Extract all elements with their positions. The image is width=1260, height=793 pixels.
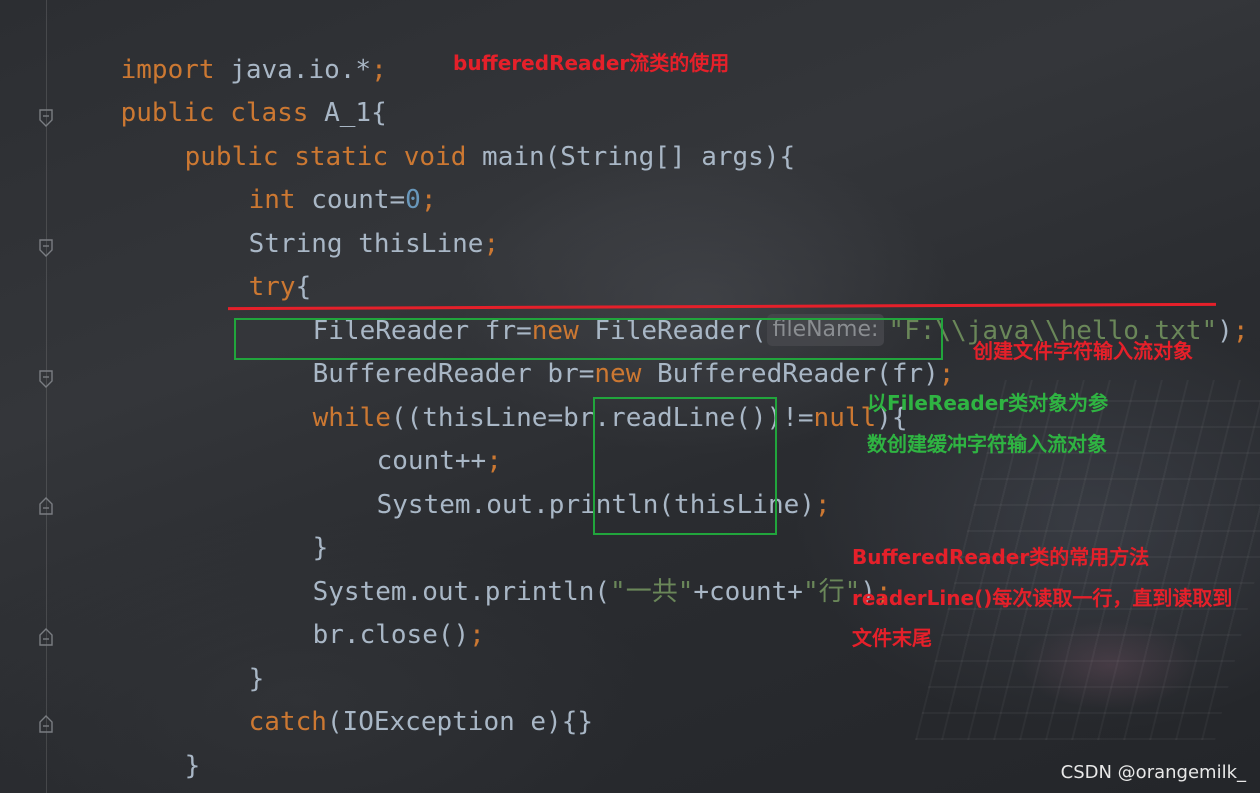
fold-close-icon[interactable] <box>38 714 54 734</box>
code-line-try[interactable]: try{ <box>186 227 312 302</box>
semicolon: ; <box>483 229 500 259</box>
semicolon: ; <box>1232 316 1249 346</box>
semicolon: ; <box>469 620 485 650</box>
watermark: CSDN @orangemilk_ <box>1060 762 1246 783</box>
code-line-try-close[interactable]: } <box>186 619 265 694</box>
fold-open-icon[interactable] <box>38 238 54 258</box>
code-line-class-close[interactable]: } <box>58 749 136 789</box>
code-text: +count+ <box>693 577 803 607</box>
green-box-bufferedreader <box>234 318 943 360</box>
code-line-main-decl[interactable]: public static void main(String[] args){ <box>122 97 796 172</box>
fold-close-icon[interactable] <box>38 496 54 516</box>
code-editor: import java.io.*; public class A_1{ publ… <box>0 0 1260 793</box>
annotation-create-file-reader: 创建文件字符输入流对象 <box>973 339 1193 363</box>
annotation-param-line1: 以FileReader类对象为参 <box>867 391 1109 415</box>
background-glow <box>1020 620 1200 710</box>
code-line-while[interactable]: while((thisLine=br.readLine())!=null){ <box>250 358 908 433</box>
keyword: catch <box>248 707 327 737</box>
annotation-methods-line2: readerLine()每次读取一行，直到读取到 <box>852 586 1233 610</box>
code-text: ) <box>1217 316 1233 346</box>
string-literal: "一共" <box>610 577 694 607</box>
code-line-close-brace[interactable]: } <box>250 488 329 563</box>
code-line-import[interactable]: import java.io.*; <box>58 10 387 85</box>
code-line-class-decl[interactable]: public class A_1{ <box>58 53 387 128</box>
code-text: br.close() <box>312 620 470 650</box>
fold-open-icon[interactable] <box>38 369 54 389</box>
code-line-count-decl[interactable]: int count=0; <box>186 140 437 215</box>
code-text: (IOException e){} <box>326 707 594 737</box>
code-line-catch[interactable]: catch(IOException e){} <box>186 662 593 737</box>
code-line-main-close[interactable]: } <box>122 706 201 781</box>
annotation-methods-line3: 文件末尾 <box>852 626 932 650</box>
code-text: } <box>184 751 201 781</box>
annotation-param-line2: 数创建缓冲字符输入流对象 <box>867 432 1107 456</box>
green-box-thisline <box>593 397 777 535</box>
code-line-thisline-decl[interactable]: String thisLine; <box>186 184 499 259</box>
annotation-methods-line1: BufferedReader类的常用方法 <box>852 545 1150 569</box>
code-line-close[interactable]: br.close(); <box>250 575 485 650</box>
semicolon: ; <box>814 490 831 520</box>
code-text: main(String[] args){ <box>466 142 796 172</box>
annotation-title: bufferedReader流类的使用 <box>453 51 730 75</box>
fold-close-icon[interactable] <box>38 627 54 647</box>
fold-open-icon[interactable] <box>38 108 54 128</box>
semicolon: ; <box>938 359 955 389</box>
code-line-count-increment[interactable]: count++; <box>314 401 502 476</box>
code-line-println-count[interactable]: System.out.println("一共"+count+"行"); <box>250 532 892 607</box>
